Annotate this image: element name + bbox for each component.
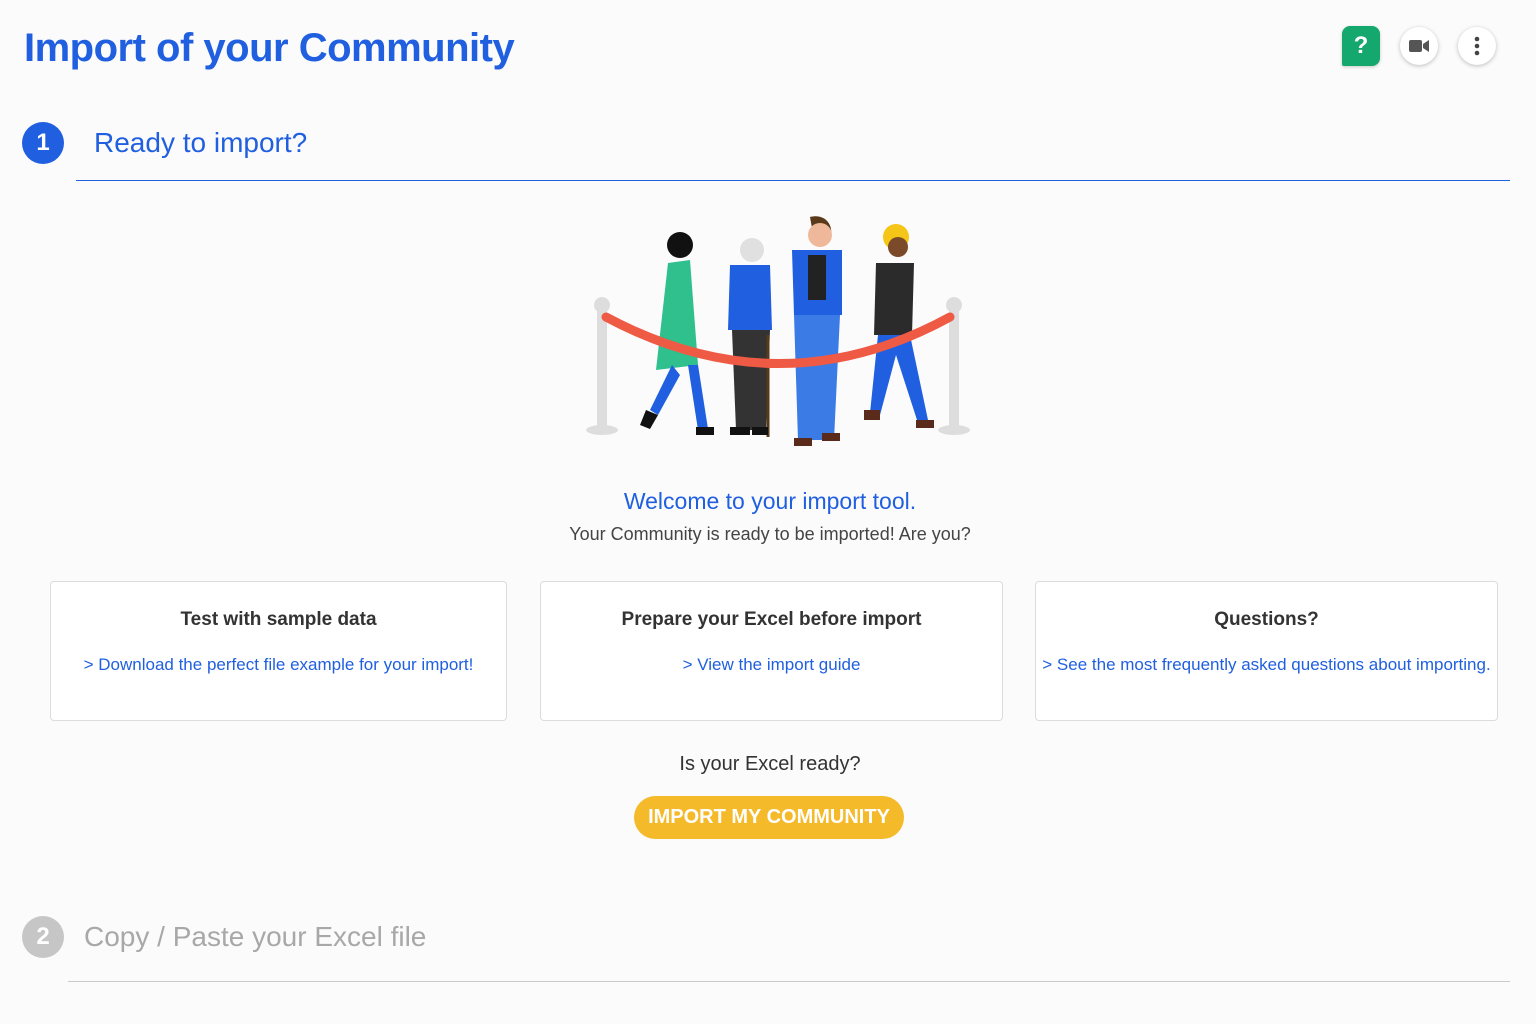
step-1-header[interactable]: 1 Ready to import? — [22, 122, 307, 164]
page-title: Import of your Community — [24, 26, 515, 70]
import-community-button[interactable]: IMPORT MY COMMUNITY — [634, 796, 904, 839]
step-2-header[interactable]: 2 Copy / Paste your Excel file — [22, 916, 426, 958]
step-1-label: Ready to import? — [94, 127, 308, 158]
card-prepare-excel: Prepare your Excel before import > View … — [540, 581, 1003, 721]
download-example-link[interactable]: > Download the perfect file example for … — [51, 655, 506, 675]
help-button[interactable]: ? — [1342, 26, 1380, 66]
excel-ready-question: Is your Excel ready? — [679, 753, 861, 775]
step-2-number: 2 — [22, 916, 64, 958]
step-2-divider — [68, 981, 1510, 982]
step-2-label: Copy / Paste your Excel file — [84, 921, 427, 952]
import-page: Import of your Community ? 1 Ready to im… — [0, 0, 1536, 1024]
card-title: Questions? — [1214, 609, 1319, 630]
more-options-button[interactable] — [1458, 27, 1496, 65]
card-title: Prepare your Excel before import — [621, 609, 922, 630]
question-icon: ? — [1353, 32, 1369, 59]
card-sample-data: Test with sample data > Download the per… — [50, 581, 507, 721]
welcome-title: Welcome to your import tool. — [623, 488, 917, 514]
video-camera-icon — [1409, 40, 1429, 52]
more-vertical-icon — [1474, 36, 1480, 56]
step-1-number: 1 — [22, 122, 64, 164]
card-questions: Questions? > See the most frequently ask… — [1035, 581, 1498, 721]
welcome-subtitle: Your Community is ready to be imported! … — [569, 524, 971, 544]
top-actions: ? — [1342, 26, 1496, 66]
video-tutorial-button[interactable] — [1400, 27, 1438, 65]
card-title: Test with sample data — [180, 609, 377, 630]
import-guide-link[interactable]: > View the import guide — [541, 655, 1002, 675]
step-1-divider — [76, 180, 1510, 181]
queue-illustration — [586, 216, 970, 446]
faq-link[interactable]: > See the most frequently asked question… — [1036, 655, 1497, 675]
